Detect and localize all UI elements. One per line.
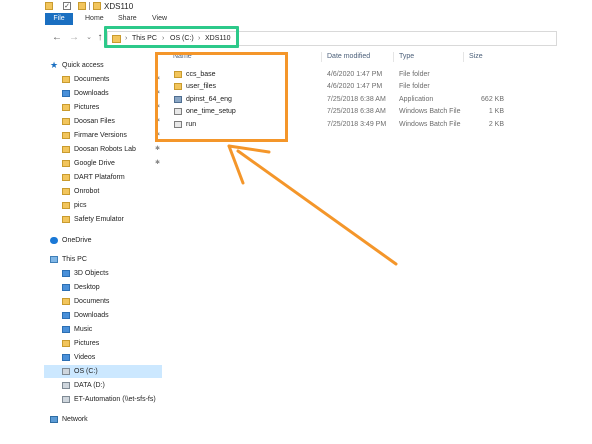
file-size: 2 KB [488,121,504,128]
tab-home[interactable]: Home [85,13,104,25]
nav-this-pc[interactable]: This PC [44,253,162,266]
nav-item-music[interactable]: Music [44,323,162,336]
address-highlight-box [104,26,239,48]
pin-icon[interactable]: ✱ [155,143,160,156]
star-icon: ★ [50,60,59,70]
nav-item-3d-objects[interactable]: 3D Objects [44,267,162,280]
tab-share[interactable]: Share [118,13,137,25]
pin-icon[interactable]: ✱ [155,157,160,170]
folder-icon [62,216,70,223]
file-list-highlight-box [155,52,288,142]
drive-icon [62,368,70,375]
nav-item-onrobot[interactable]: Onrobot [44,185,162,198]
column-divider[interactable] [321,52,322,62]
network-drive-icon [62,396,70,403]
videos-icon [62,354,70,361]
nav-item-doosan-files[interactable]: Doosan Files ✱ [44,115,162,128]
folder-icon [62,174,70,181]
file-date: 7/25/2018 6:38 AM [327,108,386,115]
nav-item-desktop[interactable]: Desktop [44,281,162,294]
file-type: File folder [399,83,430,90]
nav-quick-access[interactable]: ★ Quick access [44,59,162,72]
drive-icon [62,382,70,389]
properties-quick-icon[interactable]: ✓ [63,2,71,10]
nav-item-dart-plataform[interactable]: DART Plataform [44,171,162,184]
column-header-type[interactable]: Type [399,50,414,64]
folder-icon [62,202,70,209]
folder-icon [62,188,70,195]
window-title: XDS110 [104,2,134,11]
address-row: ← → ⌄ ↑ › This PC › OS (C:) › XDS110 [0,30,592,48]
network-icon [50,416,58,423]
nav-item-pics[interactable]: pics [44,199,162,212]
title-bar: ✓ XDS110 [0,0,592,13]
documents-icon [62,76,70,83]
nav-item-pc-documents[interactable]: Documents [44,295,162,308]
computer-icon [50,256,58,263]
desktop-icon [62,284,70,291]
file-size: 662 KB [481,96,504,103]
documents-icon [62,298,70,305]
file-date: 7/25/2018 3:49 PM [327,121,387,128]
nav-item-doosan-robots-lab[interactable]: Doosan Robots Lab ✱ [44,143,162,156]
cloud-icon [50,237,58,244]
arrow-head-lower [227,144,245,185]
ribbon-tabs: File Home Share View [0,13,592,25]
toolbar-divider [89,2,90,10]
folder-icon [93,2,101,10]
folder-icon [62,132,70,139]
file-type: Windows Batch File [399,121,461,128]
music-icon [62,326,70,333]
back-arrow-icon[interactable]: ← [51,32,63,44]
pictures-icon [62,104,70,111]
tab-file[interactable]: File [45,13,73,25]
folder-icon [62,160,70,167]
nav-item-et-automation[interactable]: ET-Automation (\\et-sfs-fs) [44,393,162,406]
arrow-head-upper [227,144,271,154]
download-icon [62,312,70,319]
pictures-icon [62,340,70,347]
download-icon [62,90,70,97]
file-type: Application [399,96,434,103]
nav-item-safety-emulator[interactable]: Safety Emulator [44,213,162,226]
column-header-date-modified[interactable]: Date modified [327,50,370,64]
nav-item-google-drive[interactable]: Google Drive ✱ [44,157,162,170]
file-type: File folder [399,71,430,78]
column-divider[interactable] [463,52,464,62]
column-divider[interactable] [393,52,394,62]
nav-item-os-c[interactable]: OS (C:) [44,365,162,378]
folder-icon [62,146,70,153]
nav-item-pc-pictures[interactable]: Pictures [44,337,162,350]
nav-item-pc-downloads[interactable]: Downloads [44,309,162,322]
tab-view[interactable]: View [152,13,167,25]
navigation-pane: ★ Quick access Documents ✱ Downloads ✱ P… [44,56,162,444]
nav-item-firmare-versions[interactable]: Firmare Versions ✱ [44,129,162,142]
nav-network[interactable]: Network [44,413,162,426]
file-date: 4/6/2020 1:47 PM [327,71,383,78]
new-folder-quick-icon[interactable] [78,2,86,10]
3d-objects-icon [62,270,70,277]
arrow-shaft [236,149,398,266]
nav-item-documents[interactable]: Documents ✱ [44,73,162,86]
nav-item-data-d[interactable]: DATA (D:) [44,379,162,392]
column-header-size[interactable]: Size [469,50,483,64]
folder-icon [45,2,53,10]
nav-item-downloads[interactable]: Downloads ✱ [44,87,162,100]
nav-item-pictures[interactable]: Pictures ✱ [44,101,162,114]
forward-arrow-icon[interactable]: → [68,32,80,44]
nav-onedrive[interactable]: OneDrive [44,234,162,247]
nav-item-videos[interactable]: Videos [44,351,162,364]
file-date: 7/25/2018 6:38 AM [327,96,386,103]
folder-icon [62,118,70,125]
file-size: 1 KB [488,108,504,115]
file-date: 4/6/2020 1:47 PM [327,83,383,90]
file-type: Windows Batch File [399,108,461,115]
